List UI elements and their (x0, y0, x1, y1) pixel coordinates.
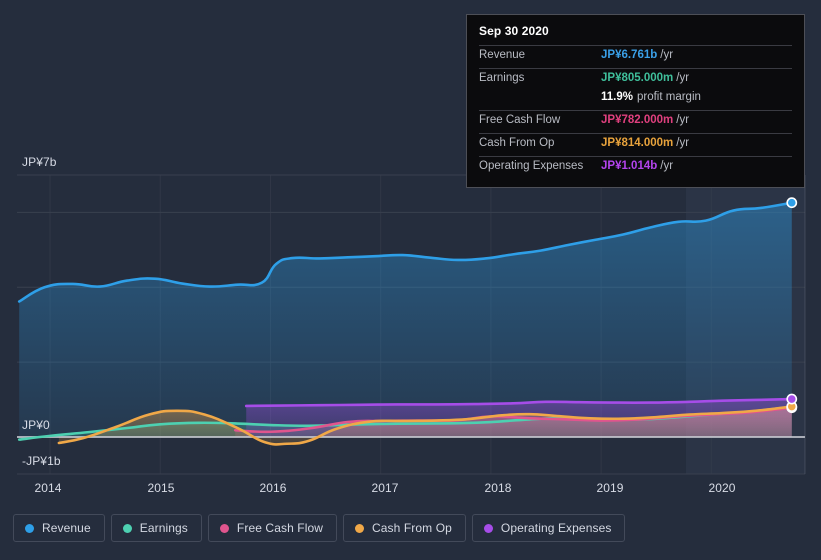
end-marker-revenue (786, 197, 798, 209)
tooltip-row-value: JP¥6.761b/yr (601, 49, 674, 61)
tooltip-row-value: JP¥805.000m/yr (601, 72, 690, 84)
x-axis-label: 2016 (259, 481, 287, 495)
x-axis-label: 2014 (34, 481, 62, 495)
tooltip-row: 11.9% profit margin (479, 91, 792, 110)
tooltip-row-unit: /yr (676, 137, 690, 149)
y-axis-label-zero: JP¥0 (22, 418, 50, 432)
tooltip-row-unit: /yr (660, 49, 674, 61)
chart-tooltip: Sep 30 2020 Revenue JP¥6.761b/yr Earnings J… (466, 14, 805, 188)
legend-color-dot-icon (122, 523, 132, 533)
tooltip-row-value: JP¥782.000m/yr (601, 114, 690, 126)
tooltip-row-value: 11.9% profit margin (601, 91, 701, 103)
y-axis-label-bottom: -JP¥1b (22, 454, 61, 468)
tooltip-row: Free Cash Flow JP¥782.000m/yr (479, 110, 792, 133)
x-axis-label: 2020 (708, 481, 736, 495)
end-marker-operating-expenses (786, 393, 798, 405)
tooltip-rows: Revenue JP¥6.761b/yr Earnings JP¥805.000m/y… (479, 45, 792, 179)
legend-item-label: Operating Expenses (500, 521, 612, 535)
legend-color-dot-icon (219, 523, 229, 533)
tooltip-row-unit: /yr (676, 72, 690, 84)
chart-legend[interactable]: Revenue Earnings Free Cash Flow Cash From O… (13, 514, 626, 542)
x-axis-label: 2015 (147, 481, 175, 495)
legend-color-dot-icon (483, 523, 493, 533)
x-axis-label: 2018 (484, 481, 512, 495)
tooltip-row: Operating Expenses JP¥1.014b/yr (479, 156, 792, 179)
tooltip-row: Cash From Op JP¥814.000m/yr (479, 133, 792, 156)
tooltip-row-label: Earnings (479, 72, 525, 84)
legend-item-label: Earnings (139, 521, 188, 535)
legend-item-free-cash-flow[interactable]: Free Cash Flow (207, 514, 338, 542)
tooltip-row-value: JP¥814.000m/yr (601, 137, 690, 149)
tooltip-row: Earnings JP¥805.000m/yr (479, 68, 792, 91)
legend-color-dot-icon (355, 523, 365, 533)
x-axis-label: 2019 (596, 481, 624, 495)
tooltip-row: Revenue JP¥6.761b/yr (479, 45, 792, 68)
legend-item-operating-expenses[interactable]: Operating Expenses (471, 514, 626, 542)
x-axis-label: 2017 (371, 481, 399, 495)
legend-item-earnings[interactable]: Earnings (110, 514, 202, 542)
tooltip-row-unit: /yr (676, 114, 690, 126)
legend-item-cash-from-op[interactable]: Cash From Op (343, 514, 466, 542)
tooltip-row-label: Revenue (479, 49, 526, 61)
tooltip-row-unit: /yr (660, 160, 674, 172)
legend-item-label: Revenue (42, 521, 91, 535)
legend-item-revenue[interactable]: Revenue (13, 514, 105, 542)
legend-color-dot-icon (25, 523, 34, 533)
legend-item-label: Free Cash Flow (236, 521, 324, 535)
tooltip-row-label: Free Cash Flow (479, 114, 561, 126)
tooltip-row-label: Cash From Op (479, 137, 555, 149)
y-axis-label-top: JP¥7b (22, 155, 57, 169)
tooltip-date: Sep 30 2020 (479, 24, 549, 38)
legend-item-label: Cash From Op (372, 521, 452, 535)
tooltip-row-sublabel: profit margin (636, 91, 701, 103)
tooltip-row-value: JP¥1.014b/yr (601, 160, 674, 172)
tooltip-row-label: Operating Expenses (479, 160, 584, 172)
